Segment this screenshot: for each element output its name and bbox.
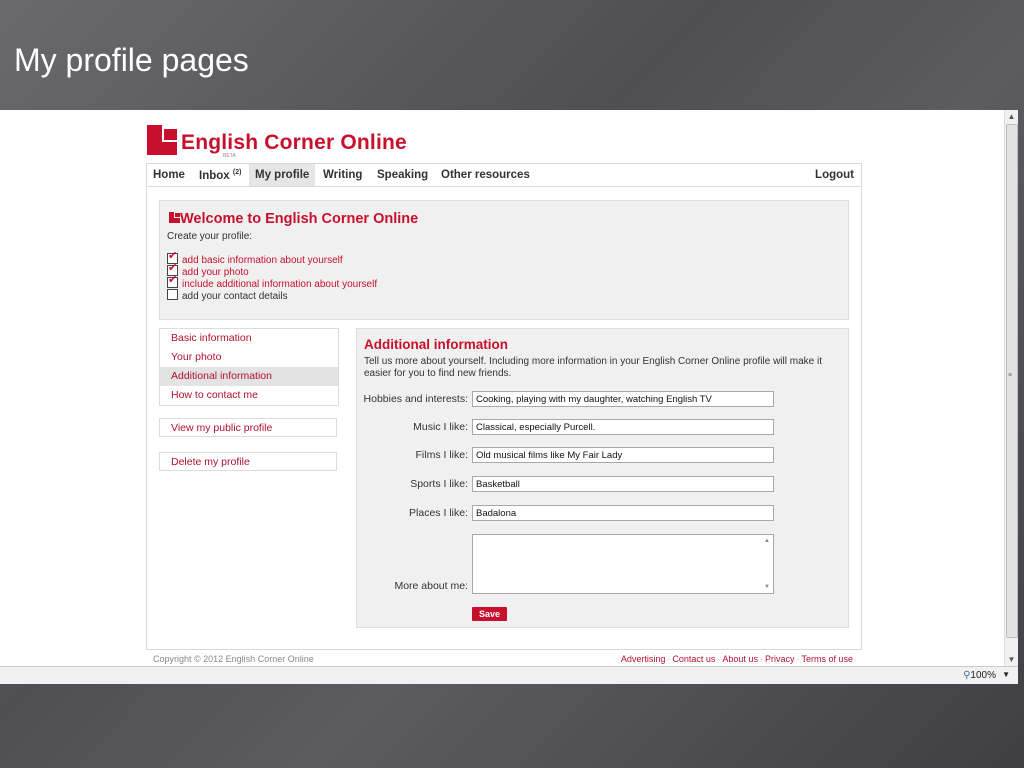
sidebar-item-additional-information[interactable]: Additional information (160, 367, 338, 386)
welcome-title: Welcome to English Corner Online (180, 211, 419, 227)
scroll-up-icon[interactable]: ▲ (1005, 110, 1018, 123)
footer-link-contact-us[interactable]: Contact us (672, 654, 715, 664)
footer-link-about-us[interactable]: About us (722, 654, 758, 664)
logo-text: English Corner Online (181, 131, 407, 154)
checklist-item[interactable]: include additional information about you… (167, 274, 377, 290)
web-page: English Corner Online BETA Home Inbox (2… (0, 110, 1005, 666)
scrollbar-thumb[interactable] (1006, 124, 1018, 638)
logo-mini-icon (169, 212, 180, 223)
scroll-grip-icon: ≡ (1008, 372, 1013, 379)
checkbox-checked-icon (167, 274, 178, 288)
site-container: Home Inbox (2) My profile Writing Speaki… (146, 163, 862, 650)
welcome-panel: Welcome to English Corner Online Create … (159, 200, 849, 320)
sidebar-item-basic-information[interactable]: Basic information (160, 329, 338, 348)
chevron-down-icon[interactable]: ▼ (1002, 670, 1010, 679)
form-title: Additional information (364, 337, 508, 352)
profile-checklist: add basic information about yourself add… (167, 250, 377, 302)
checkbox-unchecked-icon (167, 289, 178, 300)
nav-logout[interactable]: Logout (815, 169, 854, 181)
checklist-item[interactable]: add your contact details (167, 289, 377, 302)
checklist-item-label: add your contact details (182, 291, 288, 302)
more-about-me-textarea[interactable]: ▲ ▼ (472, 534, 774, 594)
browser-screenshot: English Corner Online BETA Home Inbox (2… (0, 110, 1018, 684)
main-nav: Home Inbox (2) My profile Writing Speaki… (147, 164, 861, 187)
more-about-me-label: More about me: (394, 580, 468, 592)
nav-writing[interactable]: Writing (323, 169, 362, 181)
scroll-down-icon[interactable]: ▼ (1005, 653, 1018, 666)
welcome-subtitle: Create your profile: (167, 231, 253, 242)
zoom-level: 100% (970, 670, 996, 681)
films-input[interactable] (472, 447, 774, 463)
logo-icon (147, 125, 177, 155)
sports-input[interactable] (472, 476, 774, 492)
nav-home[interactable]: Home (153, 169, 185, 181)
beta-badge: BETA (223, 153, 236, 159)
delete-profile-link[interactable]: Delete my profile (159, 452, 337, 471)
scroll-up-icon: ▲ (764, 538, 770, 544)
slide-title: My profile pages (14, 42, 249, 78)
footer-links: Advertising · Contact us · About us · Privacy ·… (620, 654, 853, 664)
music-label: Music I like: (413, 421, 468, 433)
page-scrollbar[interactable]: ▲ ≡ ▼ (1004, 110, 1018, 666)
save-button[interactable]: Save (472, 607, 508, 621)
nav-inbox-label: Inbox (199, 169, 230, 182)
scroll-down-icon: ▼ (764, 584, 770, 590)
films-label: Films I like: (415, 449, 469, 461)
checklist-item[interactable]: add basic information about yourself (167, 250, 377, 266)
places-label: Places I like: (409, 507, 468, 519)
textarea-scrollbar[interactable]: ▲ ▼ (761, 535, 773, 593)
sidebar-item-your-photo[interactable]: Your photo (160, 348, 338, 367)
footer-link-privacy[interactable]: Privacy (765, 654, 795, 664)
nav-inbox[interactable]: Inbox (2) (199, 169, 241, 182)
copyright-text: Copyright © 2012 English Corner Online (153, 654, 314, 664)
footer-link-terms-of-use[interactable]: Terms of use (801, 654, 853, 664)
sports-label: Sports I like: (410, 478, 468, 490)
checklist-item[interactable]: add your photo (167, 262, 377, 278)
nav-speaking[interactable]: Speaking (377, 169, 428, 181)
hobbies-input[interactable] (472, 391, 774, 407)
form-description: Tell us more about yourself. Including m… (364, 356, 822, 379)
hobbies-label: Hobbies and interests: (363, 393, 468, 405)
places-input[interactable] (472, 505, 774, 521)
browser-status-bar: ⚲100% ▼ (0, 666, 1018, 684)
inbox-count-badge: (2) (232, 169, 242, 176)
zoom-control[interactable]: ⚲100% (963, 670, 996, 681)
profile-side-menu: Basic information Your photo Additional … (159, 328, 339, 406)
nav-my-profile[interactable]: My profile (249, 164, 316, 186)
sidebar-item-how-to-contact-me[interactable]: How to contact me (160, 386, 338, 405)
footer-link-advertising[interactable]: Advertising (621, 654, 666, 664)
music-input[interactable] (472, 419, 774, 435)
nav-other-resources[interactable]: Other resources (441, 169, 530, 181)
additional-info-form: Additional information Tell us more abou… (356, 328, 849, 628)
view-public-profile-link[interactable]: View my public profile (159, 418, 337, 437)
